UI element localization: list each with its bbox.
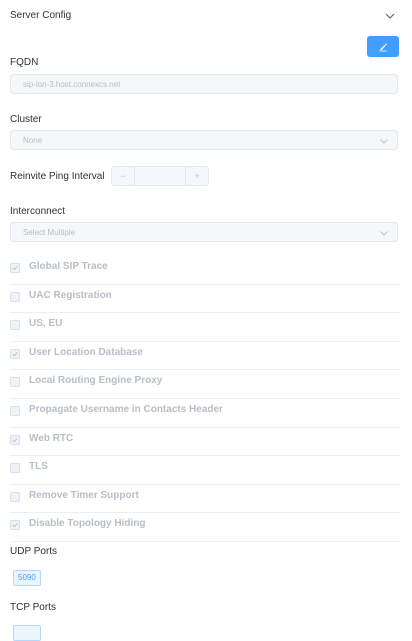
option-label: Propagate Username in Contacts Header	[29, 403, 223, 415]
edit-button[interactable]	[367, 36, 399, 57]
reinvite-stepper[interactable]: − +	[111, 166, 209, 186]
option-uac-registration[interactable]: UAC Registration	[10, 285, 400, 314]
cluster-value: None	[23, 136, 43, 145]
server-config-header[interactable]: Server Config	[0, 0, 412, 32]
udp-port-tag: 5090	[13, 570, 41, 586]
option-local-routing-engine-proxy[interactable]: Local Routing Engine Proxy	[10, 370, 400, 399]
interconnect-select[interactable]: Select Multiple	[10, 222, 398, 242]
reinvite-label: Reinvite Ping Interval	[10, 171, 105, 182]
fqdn-value: sip-lon-3.host.connexcs.net	[23, 80, 121, 89]
checkbox[interactable]	[10, 520, 20, 531]
check-icon	[12, 437, 18, 442]
tcp-ports-label: TCP Ports	[10, 602, 56, 613]
section-title: Server Config	[10, 10, 72, 21]
option-global-sip-trace[interactable]: Global SIP Trace	[10, 256, 400, 285]
option-user-location-database[interactable]: User Location Database	[10, 342, 400, 371]
option-disable-topology-hiding[interactable]: Disable Topology Hiding	[10, 513, 400, 542]
checkbox[interactable]	[10, 463, 20, 474]
option-label: Web RTC	[29, 432, 74, 444]
interconnect-placeholder: Select Multiple	[23, 228, 76, 237]
option-web-rtc[interactable]: Web RTC	[10, 428, 400, 457]
chevron-down-icon	[380, 231, 388, 236]
check-icon	[12, 266, 18, 271]
option-tls[interactable]: TLS	[10, 456, 400, 485]
fqdn-label: FQDN	[10, 57, 39, 68]
chevron-down-icon	[380, 139, 388, 144]
checkbox[interactable]	[10, 405, 20, 416]
option-label: US, EU	[29, 318, 63, 330]
option-remove-timer-support[interactable]: Remove Timer Support	[10, 485, 400, 514]
checkbox[interactable]	[10, 434, 20, 445]
chevron-down-icon[interactable]	[384, 10, 396, 22]
checkbox[interactable]	[10, 263, 20, 273]
option-label: Global SIP Trace	[29, 261, 108, 272]
option-label: UAC Registration	[29, 289, 112, 301]
checkbox[interactable]	[10, 491, 20, 502]
option-label: Remove Timer Support	[29, 489, 139, 501]
checkbox[interactable]	[10, 291, 20, 302]
options-list: Global SIP Trace UAC Registration US, EU…	[10, 256, 400, 542]
checkbox[interactable]	[10, 320, 20, 331]
option-label: TLS	[29, 461, 48, 473]
check-icon	[12, 351, 18, 357]
cluster-select[interactable]: None	[10, 130, 398, 150]
fqdn-field[interactable]: sip-lon-3.host.connexcs.net	[10, 74, 398, 94]
udp-ports-label: UDP Ports	[10, 546, 58, 557]
option-label: Disable Topology Hiding	[29, 518, 146, 530]
option-propagate-username[interactable]: Propagate Username in Contacts Header	[10, 399, 400, 428]
interconnect-label: Interconnect	[10, 206, 66, 217]
pencil-icon	[379, 43, 387, 51]
option-label: User Location Database	[29, 346, 143, 358]
tcp-port-tag	[13, 625, 41, 641]
increment-button[interactable]: +	[185, 167, 208, 185]
check-icon	[12, 523, 18, 528]
decrement-button[interactable]: −	[112, 167, 135, 185]
cluster-label: Cluster	[10, 114, 42, 125]
checkbox[interactable]	[10, 348, 20, 359]
option-us-eu[interactable]: US, EU	[10, 313, 400, 342]
checkbox[interactable]	[10, 377, 20, 388]
option-label: Local Routing Engine Proxy	[29, 375, 163, 387]
